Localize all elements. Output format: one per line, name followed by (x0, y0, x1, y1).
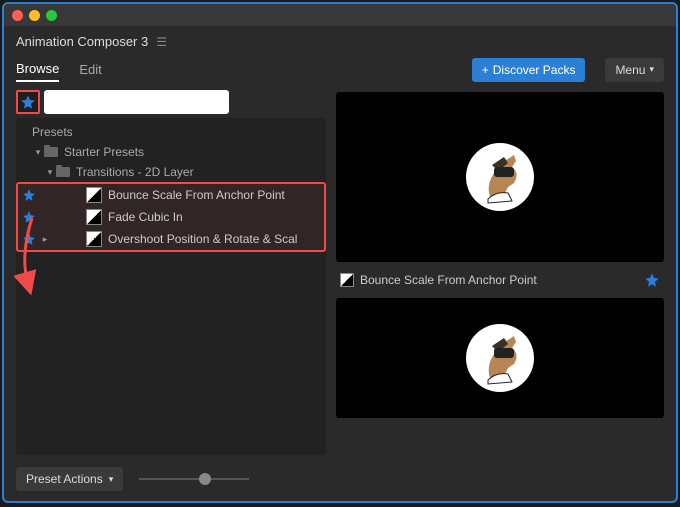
preset-label: Overshoot Position & Rotate & Scal (108, 232, 324, 246)
preset-actions-button[interactable]: Preset Actions ▾ (16, 467, 123, 491)
left-panel: Presets ▾ Starter Presets ▾ Transitions … (16, 90, 326, 455)
tree-transitions-2d[interactable]: ▾ Transitions - 2D Layer (16, 162, 326, 182)
preset-thumb-icon (86, 187, 102, 203)
preset-tree: Presets ▾ Starter Presets ▾ Transitions … (16, 118, 326, 455)
list-item[interactable]: Fade Cubic In (18, 206, 324, 228)
favorite-star-icon[interactable] (22, 232, 40, 246)
app-title-bar: Animation Composer 3 ☰ (4, 26, 676, 57)
tab-browse[interactable]: Browse (16, 57, 59, 82)
tree-root-presets[interactable]: Presets (16, 122, 326, 142)
minimize-window-button[interactable] (29, 10, 40, 21)
annotation-highlight: Bounce Scale From Anchor Point Fade Cubi… (16, 182, 326, 252)
horse-mascot-icon (460, 318, 540, 398)
tree-starter-presets[interactable]: ▾ Starter Presets (16, 142, 326, 162)
preview-caption: Bounce Scale From Anchor Point (336, 270, 664, 290)
preset-thumb-icon (86, 231, 102, 247)
content-area: Presets ▾ Starter Presets ▾ Transitions … (4, 90, 676, 461)
search-wrap (44, 90, 326, 114)
plus-icon: + (482, 63, 489, 77)
preview-tile[interactable] (336, 92, 664, 262)
list-item[interactable]: ▸ Overshoot Position & Rotate & Scal (18, 228, 324, 250)
horse-mascot-icon (460, 137, 540, 217)
discover-packs-button[interactable]: + Discover Packs (472, 58, 586, 82)
folder-icon (56, 167, 70, 177)
favorites-filter-button[interactable] (16, 90, 40, 114)
favorite-star-icon[interactable] (644, 272, 660, 288)
menu-button[interactable]: Menu ▾ (605, 58, 664, 82)
folder-icon (44, 147, 58, 157)
preset-thumb-icon (340, 273, 354, 287)
hamburger-icon[interactable]: ☰ (156, 35, 167, 49)
chevron-down-icon: ▾ (32, 147, 44, 158)
close-window-button[interactable] (12, 10, 23, 21)
slider-thumb[interactable] (199, 473, 211, 485)
preset-thumb-icon (86, 209, 102, 225)
favorite-star-icon[interactable] (22, 210, 40, 224)
chevron-down-icon: ▾ (649, 64, 654, 75)
right-panel: Bounce Scale From Anchor Point (336, 90, 664, 455)
search-row (16, 90, 326, 114)
chevron-down-icon: ▾ (109, 474, 114, 485)
search-input[interactable] (44, 90, 229, 114)
zoom-slider[interactable] (139, 471, 249, 487)
macos-titlebar (4, 4, 676, 26)
app-window: Animation Composer 3 ☰ Browse Edit + Dis… (2, 2, 678, 503)
preset-label: Bounce Scale From Anchor Point (108, 188, 324, 202)
list-item[interactable]: Bounce Scale From Anchor Point (18, 184, 324, 206)
preview-tile[interactable] (336, 298, 664, 418)
maximize-window-button[interactable] (46, 10, 57, 21)
chevron-right-icon[interactable]: ▸ (40, 234, 50, 245)
tab-edit[interactable]: Edit (79, 58, 101, 81)
favorite-star-icon[interactable] (22, 188, 40, 202)
preset-label: Fade Cubic In (108, 210, 324, 224)
tab-bar: Browse Edit + Discover Packs Menu ▾ (4, 57, 676, 90)
app-title: Animation Composer 3 (16, 34, 148, 49)
star-icon (20, 94, 36, 110)
footer-bar: Preset Actions ▾ (4, 461, 676, 501)
chevron-down-icon: ▾ (44, 167, 56, 178)
preview-caption-label: Bounce Scale From Anchor Point (360, 273, 537, 287)
